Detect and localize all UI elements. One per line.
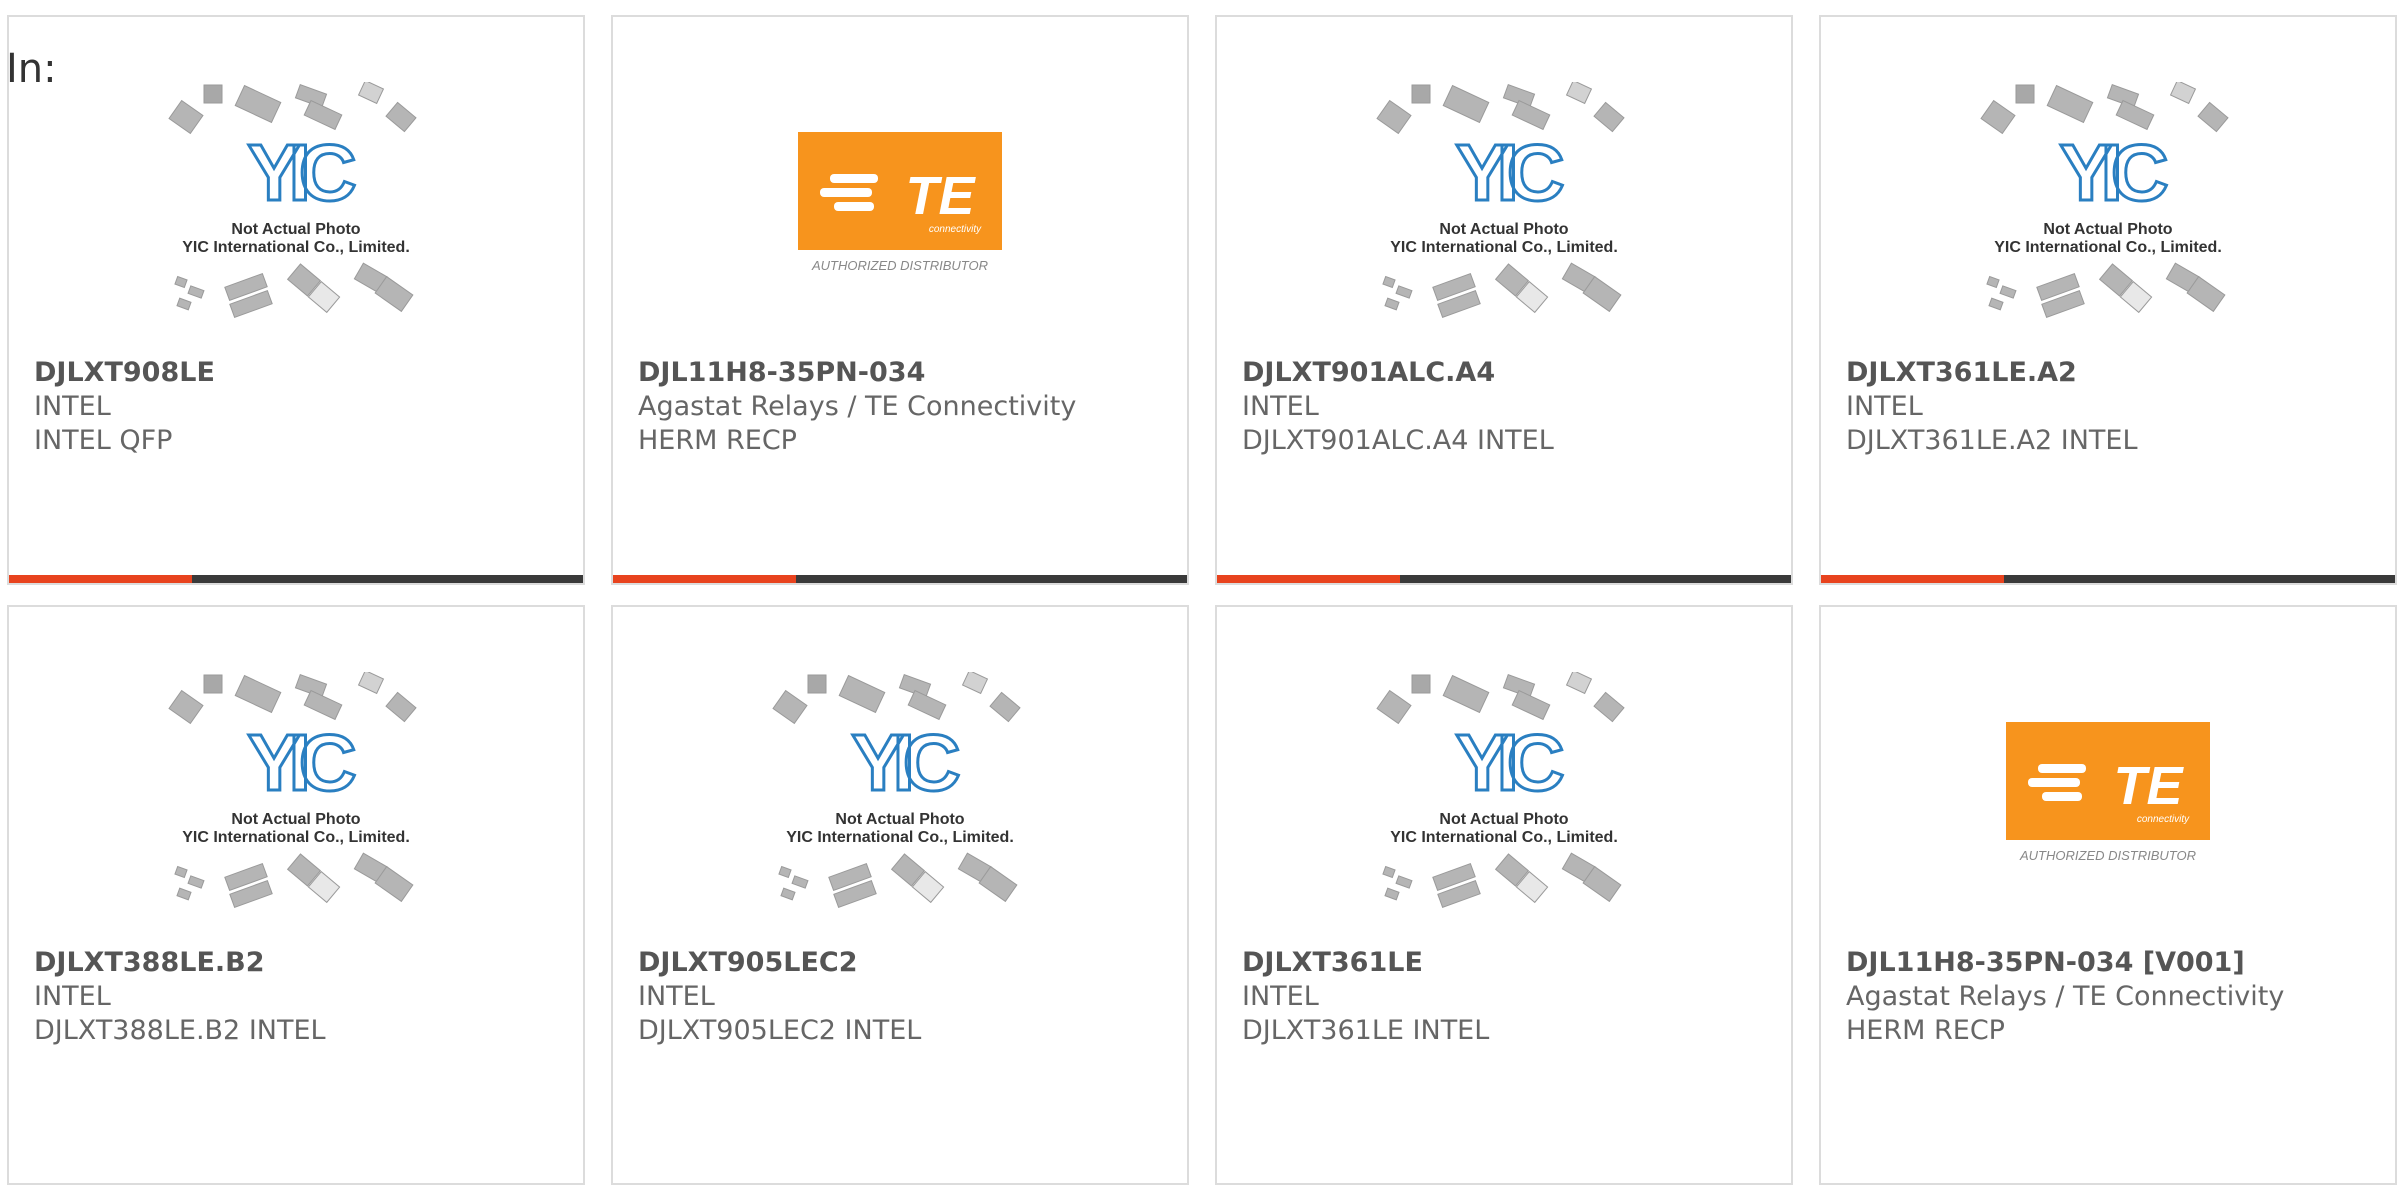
svg-text:YIC: YIC [2059,128,2167,217]
placeholder-caption: Not Actual Photo [231,221,360,238]
part-number[interactable]: DJL11H8-35PN-034 [638,357,925,388]
svg-text:AUTHORIZED DISTRIBUTOR: AUTHORIZED DISTRIBUTOR [811,258,988,273]
product-image: YIC Not Actual Photo YIC International Co.… [1821,82,2395,347]
placeholder-caption: YIC International Co., Limited. [1390,829,1618,846]
part-number[interactable]: DJLXT908LE [34,357,215,388]
card-bottom-bar [1821,575,2395,583]
card-bottom-bar [9,575,583,583]
yic-placeholder-logo: YIC Not Actual PhotoYIC International Co.… [168,82,417,319]
yic-placeholder-logo: YIC Not Actual PhotoYIC International Co.… [1980,82,2229,319]
description: DJLXT905LEC2 INTEL [638,1015,922,1046]
placeholder-caption: Not Actual Photo [231,811,360,828]
part-number[interactable]: DJLXT901ALC.A4 [1242,357,1495,388]
svg-text:connectivity: connectivity [2137,814,2190,825]
te-connectivity-logo: TEconnectivity AUTHORIZED DISTRIBUTOR [798,132,1002,273]
description: HERM RECP [1846,1015,2005,1046]
manufacturer: INTEL [1242,391,1319,422]
product-image: TE connectivity AUTHORIZED DISTRIBUTOR [613,102,1187,387]
part-number[interactable]: DJLXT361LE [1242,947,1423,978]
product-card[interactable]: TE connectivity AUTHORIZED DISTRIBUTOR DJL… [611,15,1189,585]
svg-text:YIC: YIC [851,718,959,807]
yic-placeholder-logo: YIC Not Actual PhotoYIC International Co.… [168,672,417,909]
manufacturer: Agastat Relays / TE Connectivity [1846,981,2285,1012]
placeholder-caption: Not Actual Photo [835,811,964,828]
description: DJLXT361LE.A2 INTEL [1846,425,2138,456]
yic-placeholder-logo: YIC Not Actual PhotoYIC International Co.… [1376,672,1625,909]
description: DJLXT361LE INTEL [1242,1015,1490,1046]
svg-text:TE: TE [905,166,976,226]
part-number[interactable]: DJLXT361LE.A2 [1846,357,2077,388]
placeholder-caption: Not Actual Photo [1439,221,1568,238]
svg-text:YIC: YIC [1455,128,1563,217]
placeholder-caption: Not Actual Photo [1439,811,1568,828]
description: INTEL QFP [34,425,173,456]
product-image: YIC Not Actual Photo YIC International Co.… [9,82,583,347]
placeholder-caption: YIC International Co., Limited. [786,829,1014,846]
svg-text:TE: TE [2113,756,2184,816]
svg-text:YIC: YIC [1455,718,1563,807]
product-card[interactable]: YIC Not Actual Photo YIC International Co.… [1215,15,1793,585]
placeholder-caption: YIC International Co., Limited. [1994,239,2222,256]
manufacturer: INTEL [1846,391,1923,422]
svg-text:YIC: YIC [247,718,355,807]
product-card[interactable]: YIC Not Actual Photo YIC International Co.… [1215,605,1793,1185]
product-card[interactable]: YIC Not Actual Photo YIC International Co.… [611,605,1189,1185]
product-card[interactable]: YIC Not Actual Photo YIC International Co.… [7,15,585,585]
filter-label: In: [6,46,57,92]
card-bottom-bar [1217,575,1791,583]
placeholder-caption: YIC International Co., Limited. [182,829,410,846]
description: HERM RECP [638,425,797,456]
description: DJLXT388LE.B2 INTEL [34,1015,326,1046]
product-card[interactable]: TE connectivity AUTHORIZED DISTRIBUTOR DJL… [1819,605,2397,1185]
yic-placeholder-logo: YIC Not Actual PhotoYIC International Co.… [772,672,1021,909]
product-card[interactable]: YIC Not Actual Photo YIC International Co.… [7,605,585,1185]
te-connectivity-logo: TEconnectivity AUTHORIZED DISTRIBUTOR [2006,722,2210,863]
product-image: TE connectivity AUTHORIZED DISTRIBUTOR [1821,692,2395,977]
product-image: YIC Not Actual Photo YIC International Co.… [9,672,583,937]
manufacturer: INTEL [34,981,111,1012]
manufacturer: INTEL [1242,981,1319,1012]
part-number[interactable]: DJLXT388LE.B2 [34,947,265,978]
placeholder-caption: YIC International Co., Limited. [182,239,410,256]
part-number[interactable]: DJLXT905LEC2 [638,947,858,978]
placeholder-caption: Not Actual Photo [2043,221,2172,238]
manufacturer: INTEL [34,391,111,422]
product-card[interactable]: YIC Not Actual Photo YIC International Co.… [1819,15,2397,585]
product-image: YIC Not Actual Photo YIC International Co.… [613,672,1187,937]
part-number[interactable]: DJL11H8-35PN-034 [V001] [1846,947,2245,978]
product-image: YIC Not Actual Photo YIC International Co.… [1217,82,1791,347]
svg-text:YIC: YIC [247,128,355,217]
yic-placeholder-logo: YIC Not Actual PhotoYIC International Co.… [1376,82,1625,319]
svg-text:AUTHORIZED DISTRIBUTOR: AUTHORIZED DISTRIBUTOR [2019,848,2196,863]
placeholder-caption: YIC International Co., Limited. [1390,239,1618,256]
manufacturer: INTEL [638,981,715,1012]
manufacturer: Agastat Relays / TE Connectivity [638,391,1077,422]
product-image: YIC Not Actual Photo YIC International Co.… [1217,672,1791,937]
description: DJLXT901ALC.A4 INTEL [1242,425,1554,456]
product-grid: YIC Not Actual Photo YIC International Co.… [0,0,2400,1185]
card-bottom-bar [613,575,1187,583]
svg-text:connectivity: connectivity [929,224,982,235]
